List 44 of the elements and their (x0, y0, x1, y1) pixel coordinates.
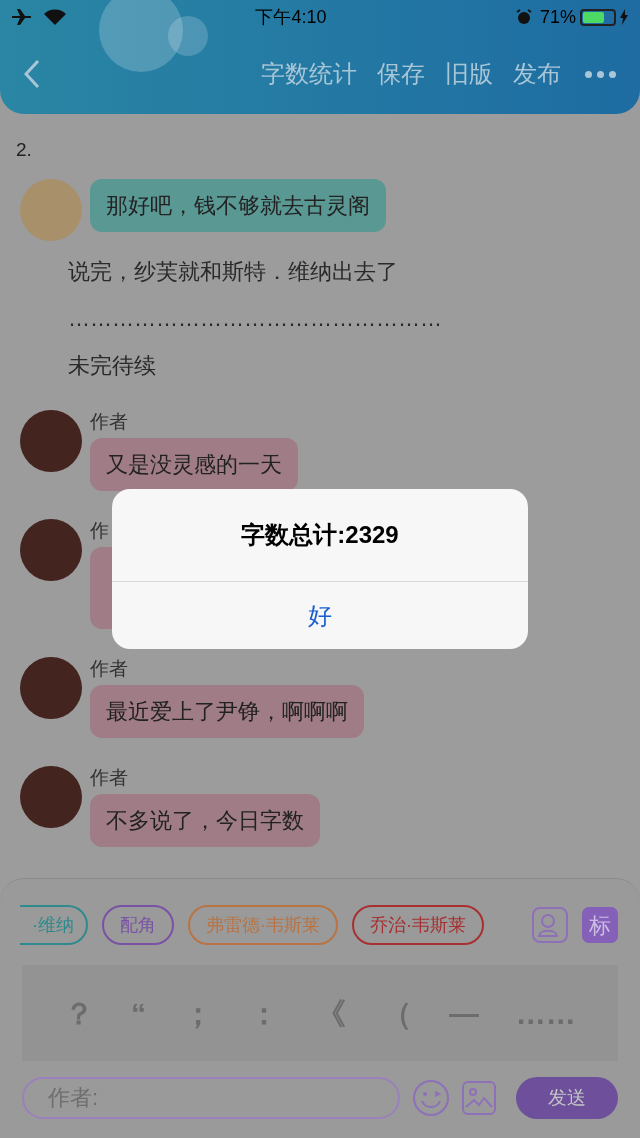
message-bubble: 那好吧，钱不够就去古灵阁 (90, 178, 386, 232)
sender-name: 作者 (90, 656, 128, 681)
person-icon[interactable] (532, 907, 568, 943)
punctuation-key[interactable]: ： (249, 990, 280, 1036)
image-icon[interactable] (462, 1081, 496, 1115)
smiley-icon[interactable] (412, 1079, 450, 1117)
wifi-icon (44, 9, 66, 25)
send-button[interactable]: 发送 (516, 1077, 618, 1119)
message-bubble: 又是没灵感的一天 (90, 437, 298, 491)
status-time: 下午4:10 (254, 5, 328, 29)
nav-action[interactable]: 发布 (513, 56, 561, 92)
more-button[interactable] (585, 70, 616, 78)
charging-icon (620, 9, 628, 25)
punctuation-key[interactable]: ？ (64, 990, 95, 1036)
battery-icon (580, 8, 616, 26)
punctuation-key[interactable]: — (449, 990, 480, 1036)
role-chip[interactable]: 乔治·韦斯莱 (352, 905, 484, 945)
back-icon[interactable] (24, 59, 40, 89)
nav-action[interactable]: 字数统计 (261, 56, 357, 92)
narration-text: …………………………………………… (67, 304, 443, 333)
punctuation-key[interactable]: （ (382, 990, 413, 1036)
alert-message: 字数总计:2329 (240, 520, 400, 550)
punctuation-key[interactable]: ； (182, 990, 213, 1036)
role-chip[interactable]: 弗雷德·韦斯莱 (188, 905, 338, 945)
ok-button[interactable]: 好 (112, 582, 528, 649)
battery-percent: 71% (539, 5, 576, 29)
role-chip[interactable]: ·维纳 (20, 905, 88, 945)
message-bubble: 最近爱上了尹铮，啊啊啊 (90, 684, 364, 738)
nav-action[interactable]: 旧版 (445, 56, 493, 92)
role-chip[interactable]: 配角 (102, 905, 174, 945)
alarm-icon (515, 9, 532, 25)
tag-button[interactable]: 标 (582, 907, 618, 943)
punctuation-key[interactable]: 《 (315, 990, 346, 1036)
airplane-icon (12, 9, 32, 25)
narration-text: 说完，纱芙就和斯特．维纳出去了 (67, 257, 399, 286)
sender-name: 作者 (90, 765, 128, 790)
message-bubble: 不多说了，今日字数 (90, 793, 320, 847)
section-number: 2. (15, 138, 33, 162)
sender-name: 作 (90, 518, 109, 543)
narration-text: 未完待续 (67, 351, 157, 380)
sender-name: 作者 (90, 409, 128, 434)
punctuation-key[interactable]: …… (515, 990, 576, 1036)
nav-action[interactable]: 保存 (377, 56, 425, 92)
punctuation-key[interactable]: “ (130, 990, 146, 1036)
